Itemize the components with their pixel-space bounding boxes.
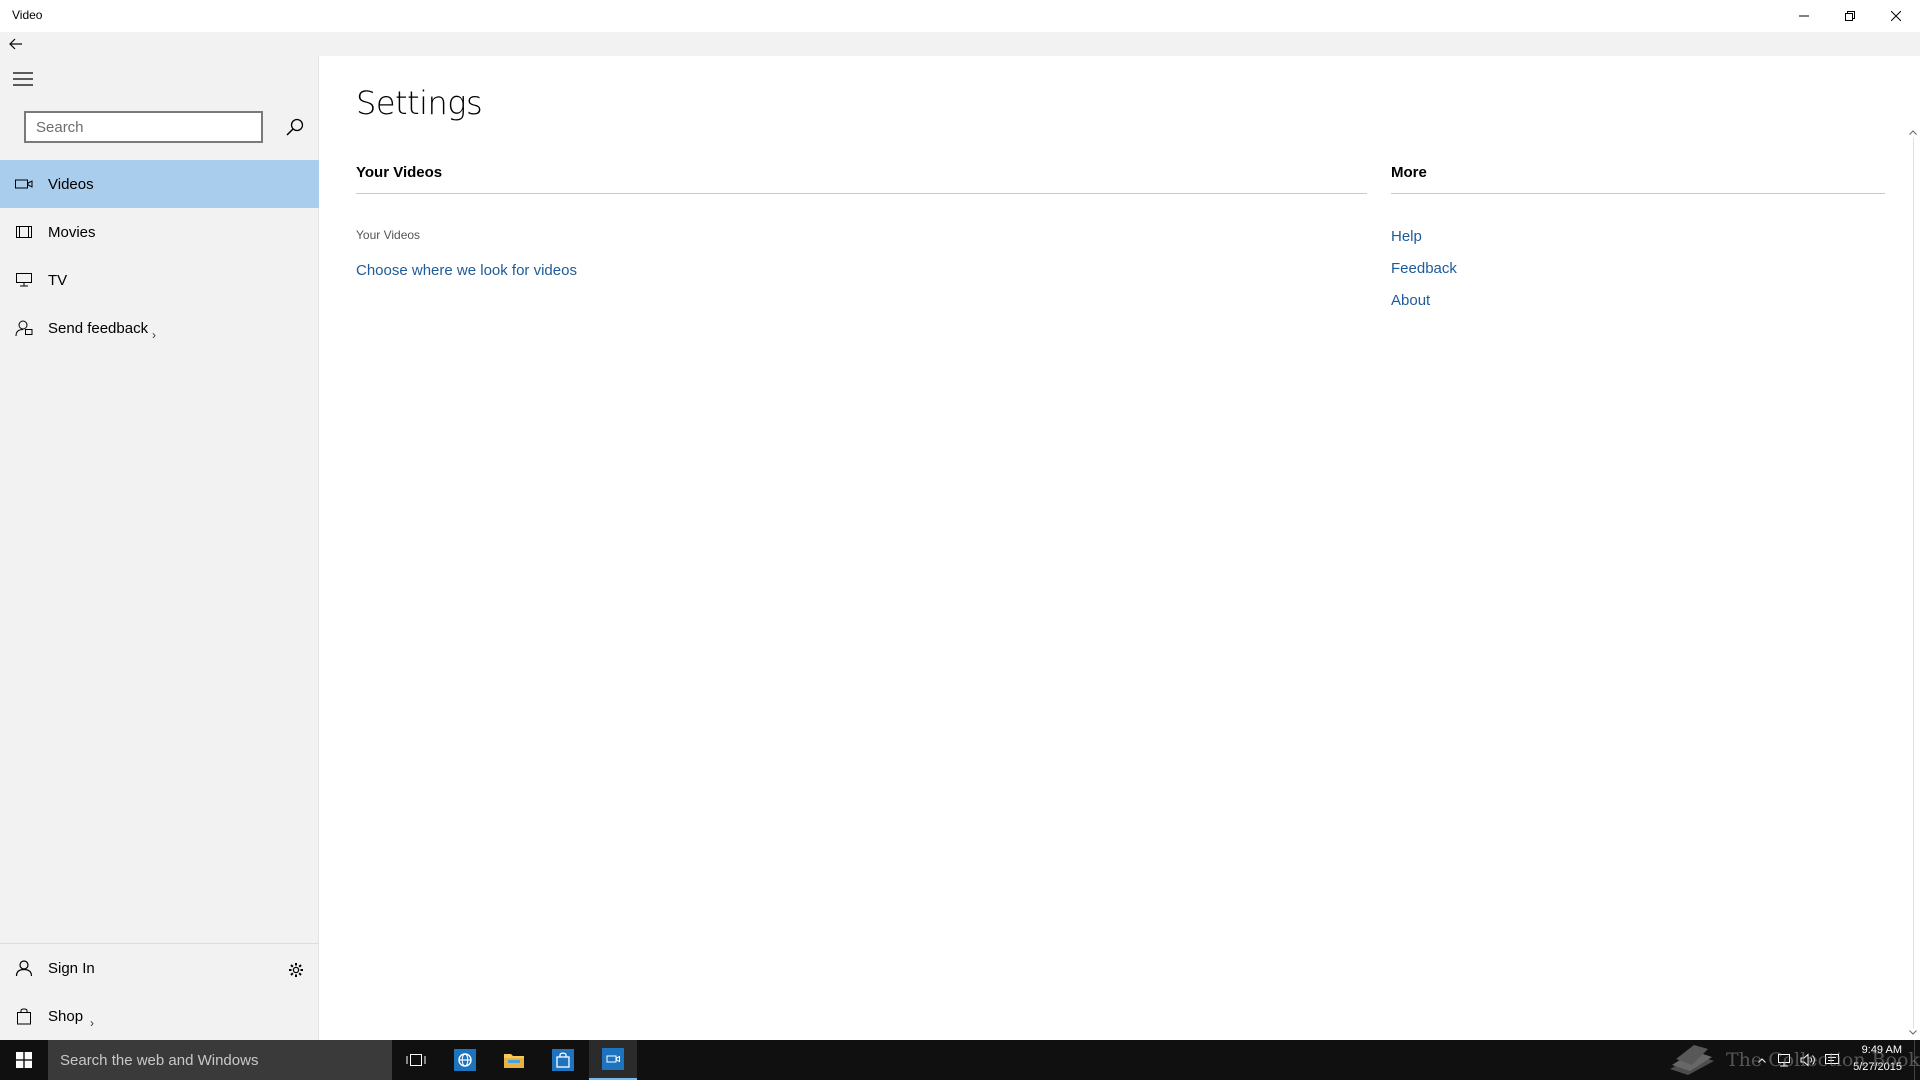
chevron-down-icon bbox=[1909, 1029, 1917, 1035]
chevron-up-icon bbox=[1909, 129, 1917, 135]
restore-button[interactable] bbox=[1827, 0, 1873, 32]
sidebar: Videos Movies TV Send feedback › Sign In bbox=[0, 56, 319, 1040]
your-videos-sub-label: Your Videos bbox=[356, 228, 421, 242]
scroll-up-button[interactable] bbox=[1906, 126, 1920, 138]
video-app-icon bbox=[602, 1048, 624, 1070]
back-bar bbox=[0, 32, 1920, 56]
sidebar-item-send-feedback[interactable]: Send feedback › bbox=[0, 304, 319, 352]
feedback-link[interactable]: Feedback bbox=[1391, 260, 1457, 277]
monitor-icon bbox=[14, 270, 34, 290]
sidebar-item-movies[interactable]: Movies bbox=[0, 208, 319, 256]
window-title: Video bbox=[12, 8, 43, 22]
hamburger-menu-button[interactable] bbox=[10, 68, 36, 90]
task-view-icon bbox=[406, 1054, 426, 1066]
help-link[interactable]: Help bbox=[1391, 228, 1422, 245]
back-arrow-icon bbox=[9, 38, 22, 50]
sidebar-item-label: Sign In bbox=[48, 959, 95, 977]
gear-icon bbox=[289, 963, 303, 977]
watermark-text: The Collection Book bbox=[1726, 1049, 1920, 1071]
search-input[interactable] bbox=[26, 113, 261, 141]
page-title: Settings bbox=[356, 84, 483, 122]
taskbar: 9:49 AM 5/27/2015 bbox=[0, 1040, 1920, 1080]
minimize-button[interactable] bbox=[1781, 0, 1827, 32]
section-heading-more: More bbox=[1391, 164, 1427, 181]
shopping-bag-icon bbox=[14, 1006, 34, 1026]
sidebar-item-tv[interactable]: TV bbox=[0, 256, 319, 304]
close-icon bbox=[1891, 11, 1901, 21]
search-icon bbox=[286, 118, 304, 136]
about-link[interactable]: About bbox=[1391, 292, 1430, 309]
taskbar-app-internet-explorer[interactable] bbox=[441, 1040, 489, 1080]
back-button[interactable] bbox=[4, 32, 28, 56]
watermark: The Collection Book bbox=[1668, 1040, 1920, 1080]
book-icon bbox=[1670, 1045, 1714, 1075]
person-icon bbox=[14, 958, 34, 978]
sidebar-item-label: Send feedback bbox=[48, 319, 149, 337]
sidebar-item-label: Movies bbox=[48, 223, 96, 241]
taskbar-search-box[interactable] bbox=[48, 1040, 392, 1080]
main-content: Settings Your Videos Your Videos Choose … bbox=[320, 56, 1920, 1040]
title-bar: Video bbox=[0, 0, 1920, 32]
sidebar-item-sign-in[interactable]: Sign In bbox=[0, 944, 319, 992]
restore-icon bbox=[1845, 11, 1855, 21]
taskbar-search-input[interactable] bbox=[48, 1040, 392, 1080]
video-camera-icon bbox=[14, 174, 34, 194]
sidebar-item-label: TV bbox=[48, 271, 68, 289]
film-icon bbox=[14, 222, 34, 242]
taskbar-app-video[interactable] bbox=[589, 1040, 637, 1080]
chevron-right-icon: › bbox=[90, 1016, 94, 1030]
hamburger-icon bbox=[13, 72, 33, 86]
sidebar-item-shop[interactable]: Shop › bbox=[0, 992, 319, 1040]
scroll-down-button[interactable] bbox=[1906, 1026, 1920, 1038]
sidebar-item-label: Shop bbox=[48, 1007, 84, 1025]
taskbar-app-file-explorer[interactable] bbox=[490, 1040, 538, 1080]
windows-logo-icon bbox=[16, 1052, 32, 1068]
chevron-right-icon: › bbox=[152, 328, 156, 342]
sidebar-item-videos[interactable]: Videos bbox=[0, 160, 319, 208]
task-view-button[interactable] bbox=[392, 1040, 440, 1080]
search-button[interactable] bbox=[282, 114, 308, 140]
sidebar-item-label: Videos bbox=[48, 175, 94, 193]
minimize-icon bbox=[1799, 15, 1809, 17]
close-button[interactable] bbox=[1873, 0, 1919, 32]
taskbar-app-store[interactable] bbox=[539, 1040, 587, 1080]
section-divider bbox=[1391, 193, 1885, 194]
search-field[interactable] bbox=[24, 111, 263, 143]
settings-button[interactable] bbox=[284, 958, 308, 982]
feedback-icon bbox=[14, 318, 34, 338]
choose-video-locations-link[interactable]: Choose where we look for videos bbox=[356, 262, 577, 279]
start-button[interactable] bbox=[0, 1040, 48, 1080]
file-explorer-icon bbox=[504, 1054, 524, 1068]
store-icon bbox=[552, 1049, 574, 1071]
section-heading-your-videos: Your Videos bbox=[356, 164, 443, 181]
scrollbar-track[interactable] bbox=[1913, 138, 1914, 1028]
internet-explorer-icon bbox=[454, 1049, 476, 1071]
section-divider bbox=[356, 193, 1367, 194]
